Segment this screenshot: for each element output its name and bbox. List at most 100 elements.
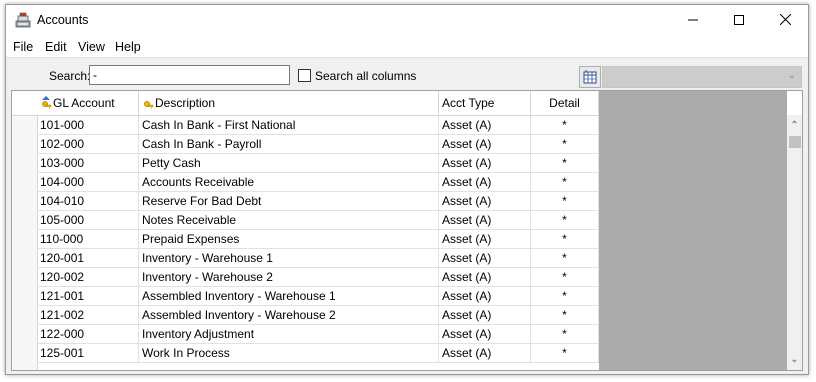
menu-file[interactable]: File xyxy=(13,40,33,54)
cell-gl-account[interactable]: 104-000 xyxy=(37,173,139,192)
menu-view[interactable]: View xyxy=(78,40,105,54)
cell-detail[interactable]: * xyxy=(531,306,599,325)
title-bar: Accounts xyxy=(6,5,808,36)
table-row[interactable]: 110-000 Prepaid Expenses Asset (A) * xyxy=(12,230,599,249)
column-header-detail[interactable]: Detail xyxy=(531,91,599,115)
grid-empty-area xyxy=(599,91,787,370)
column-header-acct-type[interactable]: Acct Type xyxy=(439,91,531,115)
menu-bar: File Edit View Help xyxy=(6,36,808,57)
search-all-columns-checkbox[interactable] xyxy=(298,69,311,82)
table-row[interactable]: 120-001 Inventory - Warehouse 1 Asset (A) * xyxy=(12,249,599,268)
table-row[interactable]: 102-000 Cash In Bank - Payroll Asset (A) * xyxy=(12,135,599,154)
cell-description[interactable]: Prepaid Expenses xyxy=(139,230,439,249)
cell-acct-type[interactable]: Asset (A) xyxy=(439,192,531,211)
cell-gl-account[interactable]: 122-000 xyxy=(37,325,139,344)
table-row[interactable]: 103-000 Petty Cash Asset (A) * xyxy=(12,154,599,173)
cell-acct-type[interactable]: Asset (A) xyxy=(439,135,531,154)
cell-description[interactable]: Inventory - Warehouse 1 xyxy=(139,249,439,268)
cell-description[interactable]: Cash In Bank - Payroll xyxy=(139,135,439,154)
cell-acct-type[interactable]: Asset (A) xyxy=(439,306,531,325)
table-row[interactable]: 122-000 Inventory Adjustment Asset (A) * xyxy=(12,325,599,344)
cell-detail[interactable]: * xyxy=(531,173,599,192)
cell-gl-account[interactable]: 125-001 xyxy=(37,344,139,363)
cell-acct-type[interactable]: Asset (A) xyxy=(439,211,531,230)
table-columns-icon xyxy=(583,70,597,84)
cell-acct-type[interactable]: Asset (A) xyxy=(439,344,531,363)
close-icon xyxy=(779,13,791,26)
cell-gl-account[interactable]: 104-010 xyxy=(37,192,139,211)
cell-acct-type[interactable]: Asset (A) xyxy=(439,325,531,344)
cell-detail[interactable]: * xyxy=(531,287,599,306)
cell-acct-type[interactable]: Asset (A) xyxy=(439,116,531,135)
cell-detail[interactable]: * xyxy=(531,344,599,363)
cell-description[interactable]: Inventory - Warehouse 2 xyxy=(139,268,439,287)
cell-gl-account[interactable]: 105-000 xyxy=(37,211,139,230)
cell-detail[interactable]: * xyxy=(531,192,599,211)
search-all-columns-label[interactable]: Search all columns xyxy=(315,69,416,83)
minimize-button[interactable] xyxy=(670,5,716,36)
maximize-button[interactable] xyxy=(716,5,762,36)
table-row[interactable]: 101-000 Cash In Bank - First National Asse… xyxy=(12,116,599,135)
menu-help[interactable]: Help xyxy=(115,40,141,54)
cell-gl-account[interactable]: 121-002 xyxy=(37,306,139,325)
sort-key-icon xyxy=(42,96,52,109)
cell-description[interactable]: Notes Receivable xyxy=(139,211,439,230)
table-row[interactable]: 121-002 Assembled Inventory - Warehouse 2… xyxy=(12,306,599,325)
key-icon xyxy=(144,101,154,109)
cell-acct-type[interactable]: Asset (A) xyxy=(439,249,531,268)
table-row[interactable]: 120-002 Inventory - Warehouse 2 Asset (A) * xyxy=(12,268,599,287)
table-row[interactable]: 121-001 Assembled Inventory - Warehouse 1… xyxy=(12,287,599,306)
close-button[interactable] xyxy=(762,5,808,36)
table-row[interactable]: 105-000 Notes Receivable Asset (A) * xyxy=(12,211,599,230)
cell-detail[interactable]: * xyxy=(531,116,599,135)
cell-description[interactable]: Work In Process xyxy=(139,344,439,363)
cell-description[interactable]: Cash In Bank - First National xyxy=(139,116,439,135)
cell-description[interactable]: Petty Cash xyxy=(139,154,439,173)
column-chooser-button[interactable] xyxy=(579,66,601,88)
cell-detail[interactable]: * xyxy=(531,268,599,287)
cell-gl-account[interactable]: 103-000 xyxy=(37,154,139,173)
cell-gl-account[interactable]: 110-000 xyxy=(37,230,139,249)
cash-register-icon xyxy=(15,12,31,28)
scroll-up-icon[interactable]: ⌃ xyxy=(787,120,802,132)
table-row[interactable]: 125-001 Work In Process Asset (A) * xyxy=(12,344,599,363)
cell-description[interactable]: Assembled Inventory - Warehouse 2 xyxy=(139,306,439,325)
cell-detail[interactable]: * xyxy=(531,154,599,173)
cell-gl-account[interactable]: 120-001 xyxy=(37,249,139,268)
table-row[interactable]: 104-010 Reserve For Bad Debt Asset (A) * xyxy=(12,192,599,211)
grid-header: GL Account Description Acct Type Detail xyxy=(12,91,599,116)
cell-detail[interactable]: * xyxy=(531,135,599,154)
window-title: Accounts xyxy=(37,13,89,27)
filter-dropdown[interactable]: ⌄ xyxy=(602,66,802,88)
cell-detail[interactable]: * xyxy=(531,325,599,344)
cell-description[interactable]: Inventory Adjustment xyxy=(139,325,439,344)
cell-detail[interactable]: * xyxy=(531,249,599,268)
scroll-thumb[interactable] xyxy=(789,136,801,148)
cell-gl-account[interactable]: 101-000 xyxy=(37,116,139,135)
cell-acct-type[interactable]: Asset (A) xyxy=(439,268,531,287)
search-label: Search: xyxy=(49,69,91,83)
accounts-window: Accounts File Edit View Help Search: - S… xyxy=(5,4,809,375)
scroll-down-icon[interactable]: ⌄ xyxy=(787,354,802,366)
vertical-scrollbar[interactable]: ⌃ ⌄ xyxy=(787,115,802,370)
menu-edit[interactable]: Edit xyxy=(45,40,67,54)
cell-description[interactable]: Assembled Inventory - Warehouse 1 xyxy=(139,287,439,306)
cell-gl-account[interactable]: 121-001 xyxy=(37,287,139,306)
cell-acct-type[interactable]: Asset (A) xyxy=(439,154,531,173)
cell-acct-type[interactable]: Asset (A) xyxy=(439,287,531,306)
column-header-label: Description xyxy=(155,96,216,110)
cell-detail[interactable]: * xyxy=(531,230,599,249)
cell-acct-type[interactable]: Asset (A) xyxy=(439,173,531,192)
cell-detail[interactable]: * xyxy=(531,211,599,230)
search-input[interactable]: - xyxy=(89,65,290,85)
cell-acct-type[interactable]: Asset (A) xyxy=(439,230,531,249)
cell-description[interactable]: Reserve For Bad Debt xyxy=(139,192,439,211)
cell-description[interactable]: Accounts Receivable xyxy=(139,173,439,192)
column-header-gl-account[interactable]: GL Account xyxy=(37,91,139,115)
column-header-description[interactable]: Description xyxy=(139,91,439,115)
cell-gl-account[interactable]: 120-002 xyxy=(37,268,139,287)
search-toolbar: Search: - Search all columns ⌄ xyxy=(6,57,808,90)
cell-gl-account[interactable]: 102-000 xyxy=(37,135,139,154)
column-header-label: GL Account xyxy=(53,96,115,110)
table-row[interactable]: 104-000 Accounts Receivable Asset (A) * xyxy=(12,173,599,192)
